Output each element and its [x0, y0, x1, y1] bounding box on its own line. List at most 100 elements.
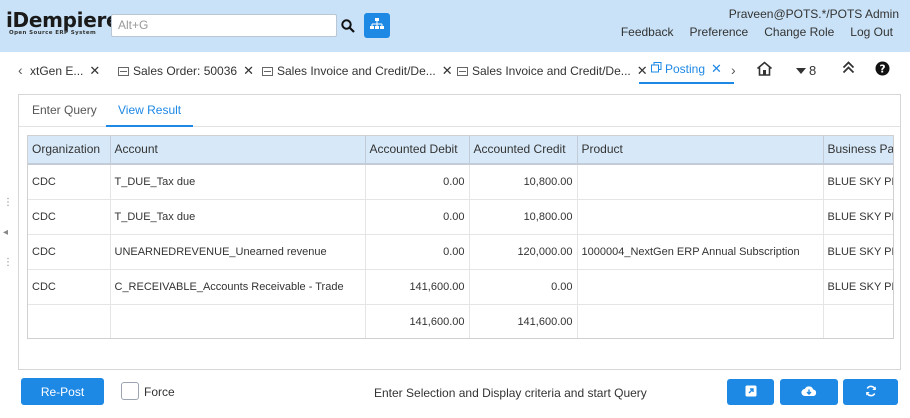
feedback-link[interactable]: Feedback	[613, 25, 682, 39]
log-out-link[interactable]: Log Out	[842, 25, 901, 39]
cell-account: C_RECEIVABLE_Accounts Receivable - Trade	[110, 269, 366, 305]
result-grid: Organization Account Accounted Debit Acc…	[27, 135, 894, 339]
cell-account: T_DUE_Tax due	[110, 164, 366, 200]
cell-business-partner: BLUE SKY PLUMBING	[823, 199, 893, 235]
cell-business-partner: BLUE SKY PLUMBING	[823, 164, 893, 200]
zoom-button[interactable]	[727, 379, 774, 405]
table-row[interactable]: CDC UNEARNEDREVENUE_Unearned revenue 0.0…	[28, 234, 893, 270]
zoom-icon	[745, 385, 757, 400]
svg-text:?: ?	[879, 63, 885, 75]
tab-scroll-right-icon[interactable]: ›	[731, 62, 736, 78]
cell-organization: CDC	[28, 199, 111, 235]
cell-credit: 0.00	[469, 269, 578, 305]
table-header-row: Organization Account Accounted Debit Acc…	[28, 136, 893, 164]
tab-sales-invoice-1[interactable]: Sales Invoice and Credit/De... ✕	[262, 58, 453, 84]
column-header-account[interactable]: Account	[110, 136, 366, 164]
sitemap-icon	[370, 18, 384, 33]
totals-row: 141,600.00 141,600.00	[28, 304, 893, 338]
tab-nextgen[interactable]: xtGen E... ✕	[30, 58, 100, 84]
window-tab-bar: ‹ xtGen E... ✕ Sales Order: 50036 ✕ Sale…	[0, 52, 910, 86]
cell-product	[577, 304, 824, 338]
status-message: Enter Selection and Display criteria and…	[374, 386, 647, 400]
column-header-product[interactable]: Product	[577, 136, 824, 164]
tab-label: Posting	[665, 62, 706, 76]
column-header-accounted-debit[interactable]: Accounted Debit	[365, 136, 470, 164]
tab-enter-query[interactable]: Enter Query	[32, 103, 97, 117]
window-list-dropdown[interactable]: 8	[796, 63, 816, 78]
cell-account	[110, 304, 366, 338]
tab-sales-invoice-2[interactable]: Sales Invoice and Credit/De... ✕	[457, 58, 648, 84]
refresh-icon	[865, 385, 877, 400]
logo-main-text: iDempiere	[6, 8, 120, 32]
document-icon	[457, 66, 468, 76]
close-icon[interactable]: ✕	[442, 63, 453, 79]
document-icon	[118, 66, 129, 76]
cell-business-partner	[823, 304, 893, 338]
cell-account: UNEARNEDREVENUE_Unearned revenue	[110, 234, 366, 270]
force-checkbox[interactable]	[121, 382, 139, 400]
collapse-left-icon[interactable]: ◂	[3, 228, 8, 238]
collapse-up-icon[interactable]	[842, 61, 855, 77]
caret-down-icon	[796, 64, 806, 78]
export-button[interactable]	[780, 379, 838, 405]
cell-product	[577, 269, 824, 305]
help-icon[interactable]: ?	[875, 61, 890, 79]
cloud-download-icon	[801, 385, 817, 400]
tab-label: Sales Invoice and Credit/De...	[472, 64, 631, 78]
column-header-business-partner[interactable]: Business Partner	[823, 136, 893, 164]
tab-sales-order[interactable]: Sales Order: 50036 ✕	[118, 58, 254, 84]
home-icon[interactable]	[756, 61, 773, 79]
refresh-button[interactable]	[843, 379, 898, 405]
tab-label: Sales Invoice and Credit/De...	[277, 64, 436, 78]
cell-credit: 10,800.00	[469, 164, 578, 200]
cell-account: T_DUE_Tax due	[110, 199, 366, 235]
close-icon[interactable]: ✕	[243, 63, 254, 79]
cell-debit: 0.00	[365, 164, 470, 200]
window-count: 8	[809, 63, 817, 78]
search-icon[interactable]	[337, 14, 359, 37]
total-debit: 141,600.00	[365, 304, 470, 338]
posting-panel: Enter Query View Result Organization Acc…	[18, 94, 901, 370]
change-role-link[interactable]: Change Role	[756, 25, 842, 39]
cell-organization	[28, 304, 111, 338]
close-icon[interactable]: ✕	[89, 63, 100, 79]
global-search-input[interactable]: Alt+G	[111, 14, 337, 37]
tab-scroll-left-icon[interactable]: ‹	[18, 62, 23, 78]
tab-view-result[interactable]: View Result	[106, 103, 194, 127]
tab-label: Sales Order: 50036	[133, 64, 238, 78]
query-subtabs: Enter Query View Result	[19, 95, 900, 127]
splitter-handle[interactable]: ⋮	[3, 198, 13, 208]
cell-organization: CDC	[28, 234, 111, 270]
cell-product	[577, 164, 824, 200]
cell-organization: CDC	[28, 269, 111, 305]
user-name[interactable]: Praveen@POTS.*/POTS Admin	[729, 7, 899, 21]
cell-debit: 0.00	[365, 234, 470, 270]
posting-table: Organization Account Accounted Debit Acc…	[28, 136, 893, 338]
cell-business-partner: BLUE SKY PLUMBING	[823, 234, 893, 270]
force-label: Force	[144, 385, 175, 399]
document-icon	[262, 66, 273, 76]
column-header-accounted-credit[interactable]: Accounted Credit	[469, 136, 578, 164]
idempiere-logo: iDempiere Open Source ERP System	[6, 8, 120, 38]
table-row[interactable]: CDC T_DUE_Tax due 0.00 10,800.00 BLUE SK…	[28, 199, 893, 235]
table-row[interactable]: CDC T_DUE_Tax due 0.00 10,800.00 BLUE SK…	[28, 164, 893, 200]
tab-posting[interactable]: Posting ✕	[639, 56, 734, 84]
repost-button[interactable]: Re-Post	[21, 378, 104, 405]
preference-link[interactable]: Preference	[682, 25, 757, 39]
cell-debit: 141,600.00	[365, 269, 470, 305]
close-icon[interactable]: ✕	[711, 61, 722, 77]
cell-credit: 10,800.00	[469, 199, 578, 235]
link-icon	[651, 62, 662, 76]
total-credit: 141,600.00	[469, 304, 578, 338]
cell-credit: 120,000.00	[469, 234, 578, 270]
cell-debit: 0.00	[365, 199, 470, 235]
logo-sub-text: Open Source ERP System	[9, 30, 97, 36]
cell-organization: CDC	[28, 164, 111, 200]
column-header-organization[interactable]: Organization	[28, 136, 111, 164]
menu-tree-button[interactable]	[364, 13, 390, 38]
app-header: iDempiere Open Source ERP System Alt+G P…	[0, 0, 910, 52]
splitter-handle[interactable]: ⋮	[3, 258, 13, 268]
header-links: Feedback Preference Change Role Log Out	[613, 25, 901, 39]
table-row[interactable]: CDC C_RECEIVABLE_Accounts Receivable - T…	[28, 269, 893, 305]
cell-product: 1000004_NextGen ERP Annual Subscription	[577, 234, 824, 270]
